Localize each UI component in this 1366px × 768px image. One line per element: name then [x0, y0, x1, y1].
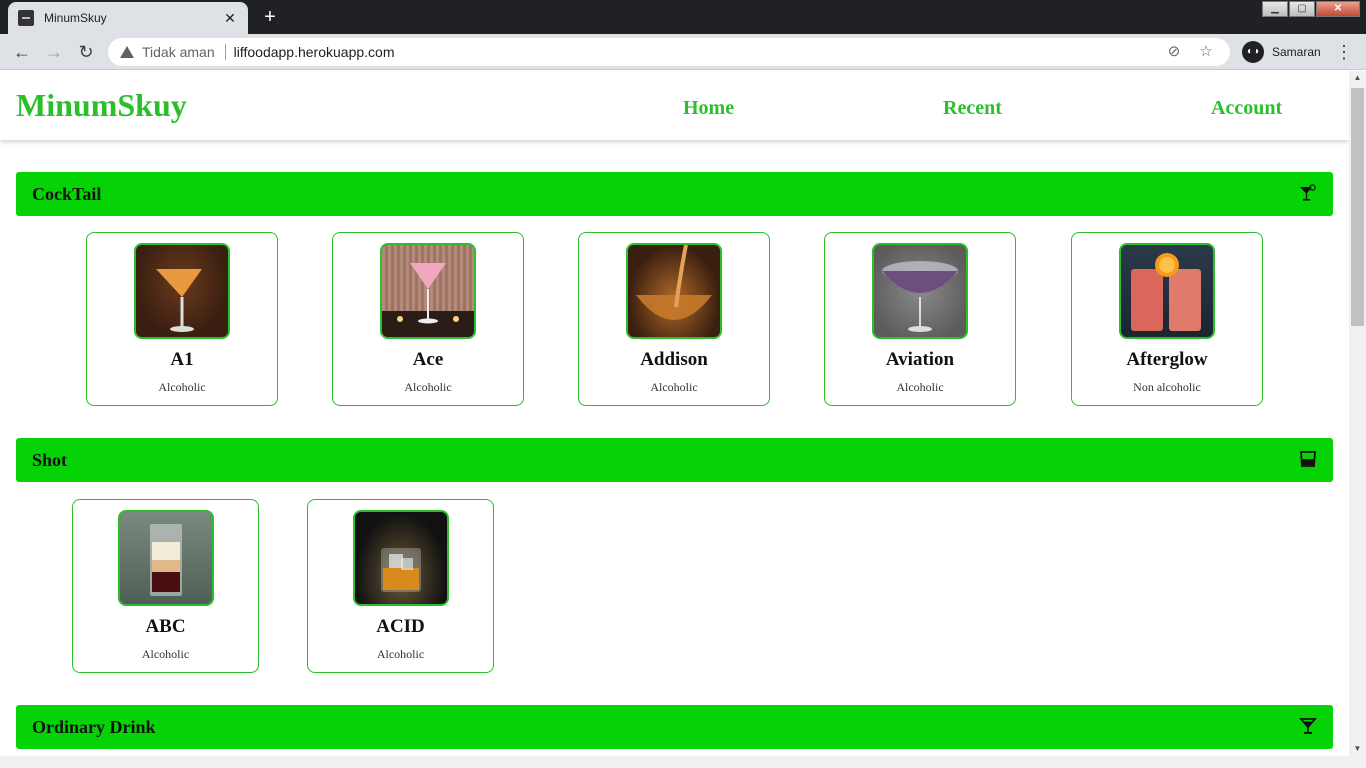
- star-icon[interactable]: ☆: [1198, 44, 1214, 60]
- scrollbar-thumb[interactable]: [1351, 88, 1364, 326]
- incognito-icon: ◐◑: [1242, 41, 1264, 63]
- profile-button[interactable]: ◐◑ Samaran: [1238, 38, 1331, 66]
- drink-name: ABC: [145, 616, 186, 637]
- drink-name: ACID: [376, 616, 425, 637]
- drink-image-acid: [352, 510, 449, 606]
- drink-name: Aviation: [885, 349, 955, 370]
- drink-card-a1[interactable]: A1 Alcoholic: [86, 232, 278, 406]
- tab-title: MinumSkuy: [44, 11, 107, 25]
- nav-home[interactable]: Home: [683, 97, 734, 120]
- profile-label: Samaran: [1272, 45, 1321, 59]
- drink-card-acid[interactable]: ACID Alcoholic: [307, 499, 494, 673]
- scroll-up-arrow-icon[interactable]: ▲: [1349, 71, 1366, 85]
- browser-tab[interactable]: MinumSkuy ✕: [8, 2, 248, 34]
- drink-type: Alcoholic: [141, 647, 190, 661]
- url-text[interactable]: liffoodapp.herokuapp.com: [234, 44, 1166, 60]
- site-favicon-icon: [18, 10, 34, 26]
- shot-glass-icon: [1300, 451, 1316, 467]
- martini-glass-icon: [1299, 718, 1317, 734]
- forward-arrow-icon[interactable]: →: [42, 40, 66, 64]
- drink-type: Non alcoholic: [1133, 380, 1201, 394]
- warning-icon[interactable]: [120, 46, 134, 58]
- nav-account[interactable]: Account: [1211, 97, 1282, 120]
- horizontal-scrollbar[interactable]: [0, 756, 1366, 768]
- drink-card-aviation[interactable]: Aviation Alcoholic: [824, 232, 1016, 406]
- vertical-scrollbar[interactable]: ▲ ▼: [1349, 71, 1366, 756]
- close-tab-icon[interactable]: ✕: [222, 10, 238, 27]
- page-viewport: MinumSkuy Home Recent Account CockTail A…: [0, 71, 1349, 756]
- drink-image-a1: [134, 243, 230, 339]
- drink-card-afterglow[interactable]: Afterglow Non alcoholic: [1071, 232, 1263, 406]
- browser-menu-icon[interactable]: ⋮: [1334, 40, 1354, 64]
- brand-logo[interactable]: MinumSkuy: [16, 87, 187, 124]
- eye-slash-icon[interactable]: ⊘: [1166, 44, 1182, 60]
- drink-card-ace[interactable]: Ace Alcoholic: [332, 232, 524, 406]
- section-header-ordinary-drink[interactable]: Ordinary Drink: [16, 705, 1333, 749]
- drink-type: Alcoholic: [896, 380, 944, 394]
- omnibox-divider: [224, 44, 226, 60]
- drink-image-aviation: [872, 243, 968, 339]
- drink-name: Ace: [412, 349, 444, 370]
- drink-name: A1: [170, 349, 194, 370]
- drink-type: Alcoholic: [650, 380, 698, 394]
- browser-toolbar: ← → ↻ Tidak aman liffoodapp.herokuapp.co…: [0, 34, 1366, 70]
- section-header-cocktail[interactable]: CockTail: [16, 172, 1333, 216]
- drink-name: Afterglow: [1126, 349, 1208, 370]
- drink-type: Alcoholic: [376, 647, 425, 661]
- drink-name: Addison: [640, 349, 708, 370]
- security-label[interactable]: Tidak aman: [142, 44, 215, 60]
- new-tab-button[interactable]: +: [258, 6, 282, 30]
- maximize-button[interactable]: ▢: [1289, 1, 1315, 17]
- cocktail-glass-icon: [1300, 184, 1316, 201]
- address-bar[interactable]: Tidak aman liffoodapp.herokuapp.com ⊘ ☆: [108, 38, 1230, 66]
- nav-recent[interactable]: Recent: [943, 97, 1002, 120]
- back-arrow-icon[interactable]: ←: [10, 40, 34, 64]
- drink-card-addison[interactable]: Addison Alcoholic: [578, 232, 770, 406]
- drink-card-abc[interactable]: ABC Alcoholic: [72, 499, 259, 673]
- section-header-shot[interactable]: Shot: [16, 438, 1333, 482]
- drink-image-abc: [117, 510, 214, 606]
- drink-type: Alcoholic: [404, 380, 452, 394]
- drink-type: Alcoholic: [158, 380, 206, 394]
- drink-image-ace: [380, 243, 476, 339]
- section-title: CockTail: [32, 184, 102, 204]
- drink-image-afterglow: [1119, 243, 1215, 339]
- window-controls: ▁ ▢ ✕: [1261, 1, 1360, 17]
- minimize-button[interactable]: ▁: [1262, 1, 1288, 17]
- app-header: MinumSkuy Home Recent Account: [0, 71, 1349, 140]
- scroll-down-arrow-icon[interactable]: ▼: [1349, 742, 1366, 756]
- reload-icon[interactable]: ↻: [74, 40, 98, 64]
- close-window-button[interactable]: ✕: [1316, 1, 1360, 17]
- browser-tab-strip: MinumSkuy ✕ + ▁ ▢ ✕: [0, 0, 1366, 34]
- drink-image-addison: [626, 243, 722, 339]
- section-title: Shot: [32, 450, 68, 470]
- section-title: Ordinary Drink: [32, 717, 156, 737]
